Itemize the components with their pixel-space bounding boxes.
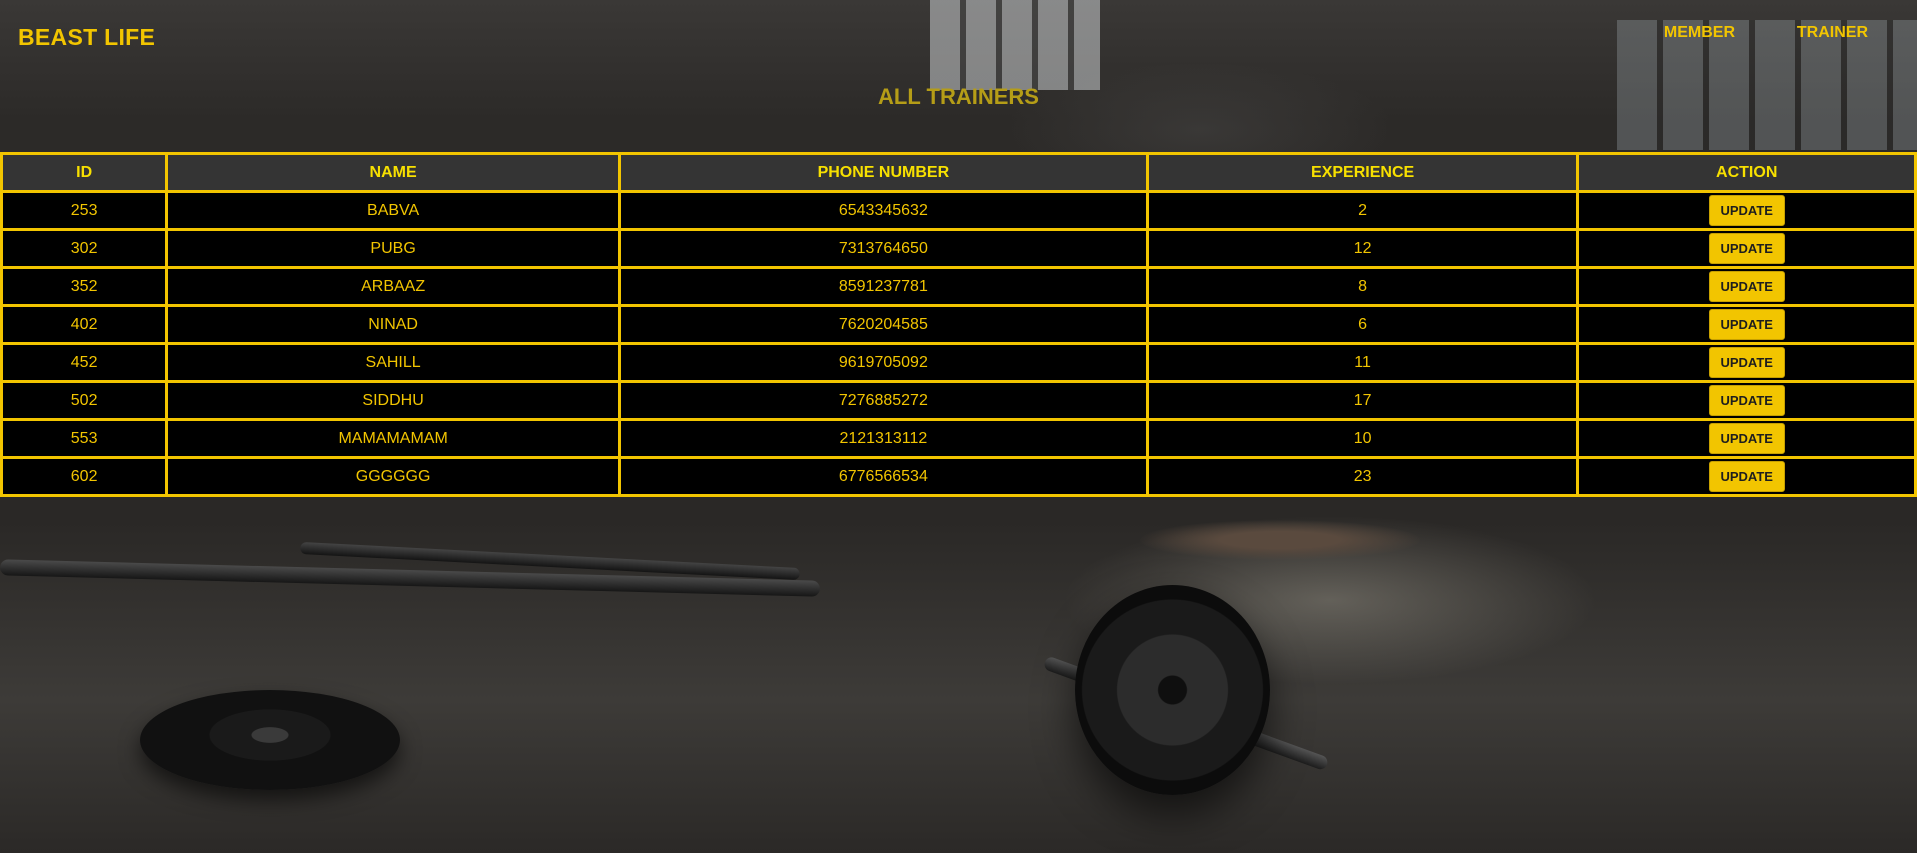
trainer-experience: 2 [1145, 190, 1580, 231]
trainer-id: 502 [0, 380, 169, 421]
trainers-table: ID NAME PHONE NUMBER EXPERIENCE ACTION 2… [0, 152, 1917, 497]
trainer-phone: 7276885272 [617, 380, 1149, 421]
action-cell: UPDATE [1576, 266, 1917, 307]
table-row: 553 MAMAMAMAM 2121313112 10 UPDATE [0, 418, 1917, 459]
action-cell: UPDATE [1576, 304, 1917, 345]
trainer-phone: 2121313112 [617, 418, 1149, 459]
action-cell: UPDATE [1576, 456, 1917, 497]
trainer-experience: 17 [1145, 380, 1580, 421]
trainer-name: MAMAMAMAM [165, 418, 621, 459]
table-row: 302 PUBG 7313764650 12 UPDATE [0, 228, 1917, 269]
trainer-name: SAHILL [165, 342, 621, 383]
nav-link-trainer[interactable]: TRAINER [1797, 24, 1868, 42]
trainer-name: NINAD [165, 304, 621, 345]
main-nav: MEMBER TRAINER [1617, 24, 1917, 48]
column-header-experience: EXPERIENCE [1145, 152, 1580, 193]
trainer-id: 352 [0, 266, 169, 307]
column-header-name: NAME [165, 152, 621, 193]
top-navbar: BEAST LIFE MEMBER TRAINER [0, 0, 1917, 70]
column-header-id: ID [0, 152, 169, 193]
update-button[interactable]: UPDATE [1708, 385, 1785, 416]
update-button[interactable]: UPDATE [1708, 271, 1785, 302]
action-cell: UPDATE [1576, 418, 1917, 459]
trainer-experience: 11 [1145, 342, 1580, 383]
background-weight-plate [1075, 585, 1270, 795]
update-button[interactable]: UPDATE [1708, 233, 1785, 264]
trainer-name: PUBG [165, 228, 621, 269]
trainer-experience: 10 [1145, 418, 1580, 459]
background-weight-plate [140, 690, 400, 790]
trainer-phone: 6543345632 [617, 190, 1149, 231]
trainer-phone: 7313764650 [617, 228, 1149, 269]
trainer-experience: 12 [1145, 228, 1580, 269]
action-cell: UPDATE [1576, 228, 1917, 269]
trainer-id: 553 [0, 418, 169, 459]
trainer-name: GGGGGG [165, 456, 621, 497]
trainer-phone: 9619705092 [617, 342, 1149, 383]
trainer-phone: 8591237781 [617, 266, 1149, 307]
trainer-experience: 8 [1145, 266, 1580, 307]
table-row: 352 ARBAAZ 8591237781 8 UPDATE [0, 266, 1917, 307]
trainer-id: 452 [0, 342, 169, 383]
background-dirt-pile [1140, 520, 1420, 560]
table-row: 253 BABVA 6543345632 2 UPDATE [0, 190, 1917, 231]
update-button[interactable]: UPDATE [1708, 423, 1785, 454]
table-row: 452 SAHILL 9619705092 11 UPDATE [0, 342, 1917, 383]
trainer-name: SIDDHU [165, 380, 621, 421]
trainer-phone: 7620204585 [617, 304, 1149, 345]
update-button[interactable]: UPDATE [1708, 461, 1785, 492]
trainer-experience: 6 [1145, 304, 1580, 345]
page-title: ALL TRAINERS [878, 84, 1039, 109]
table-row: 502 SIDDHU 7276885272 17 UPDATE [0, 380, 1917, 421]
column-header-action: ACTION [1576, 152, 1917, 193]
trainer-id: 602 [0, 456, 169, 497]
action-cell: UPDATE [1576, 190, 1917, 231]
update-button[interactable]: UPDATE [1708, 195, 1785, 226]
brand-logo[interactable]: BEAST LIFE [18, 24, 155, 51]
trainer-name: BABVA [165, 190, 621, 231]
action-cell: UPDATE [1576, 342, 1917, 383]
trainer-phone: 6776566534 [617, 456, 1149, 497]
column-header-phone: PHONE NUMBER [617, 152, 1149, 193]
table-header-row: ID NAME PHONE NUMBER EXPERIENCE ACTION [0, 152, 1917, 193]
action-cell: UPDATE [1576, 380, 1917, 421]
table-row: 602 GGGGGG 6776566534 23 UPDATE [0, 456, 1917, 497]
trainer-id: 302 [0, 228, 169, 269]
trainer-experience: 23 [1145, 456, 1580, 497]
trainer-id: 253 [0, 190, 169, 231]
trainer-name: ARBAAZ [165, 266, 621, 307]
trainer-id: 402 [0, 304, 169, 345]
table-row: 402 NINAD 7620204585 6 UPDATE [0, 304, 1917, 345]
update-button[interactable]: UPDATE [1708, 347, 1785, 378]
nav-link-member[interactable]: MEMBER [1664, 24, 1735, 42]
update-button[interactable]: UPDATE [1708, 309, 1785, 340]
